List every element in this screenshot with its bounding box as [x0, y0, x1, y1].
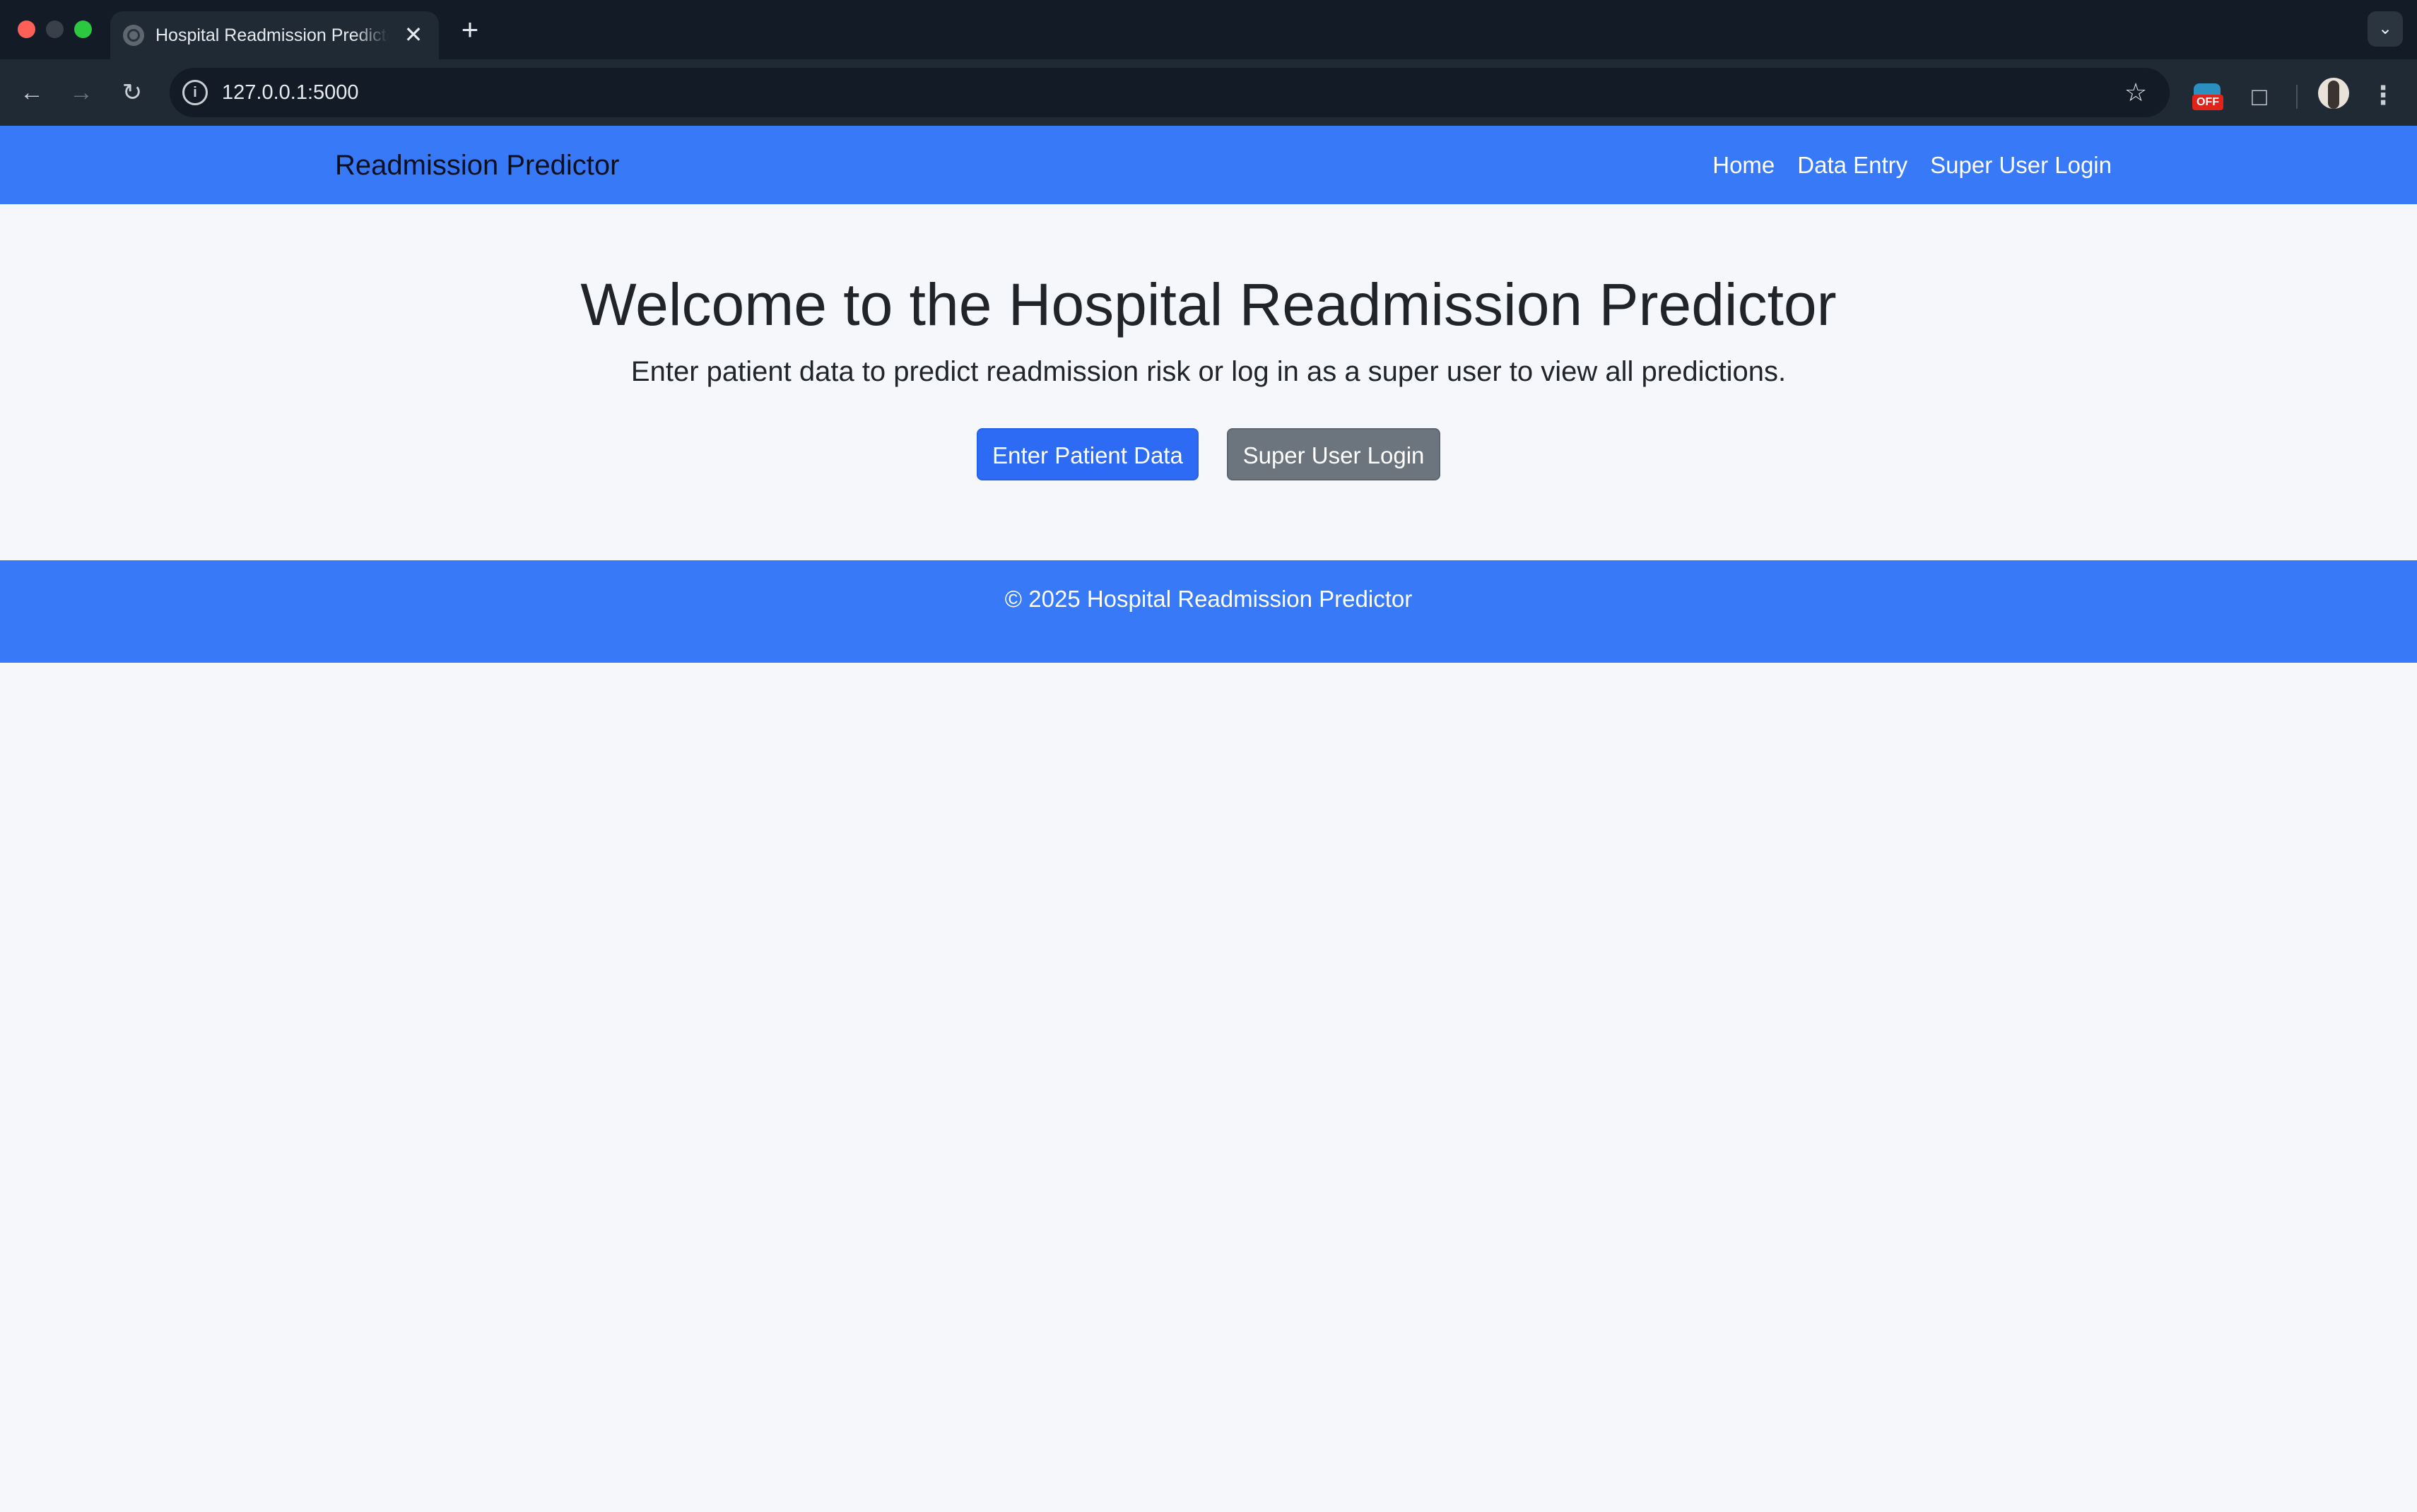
window-minimize-button[interactable]	[46, 20, 64, 38]
brand-link[interactable]: Readmission Predictor	[335, 148, 619, 182]
chevron-down-icon[interactable]: ⌄	[2368, 11, 2403, 47]
address-bar[interactable]: i 127.0.0.1:5000 ☆	[170, 68, 2170, 117]
window-close-button[interactable]	[18, 20, 35, 38]
nav-link-home[interactable]: Home	[1712, 148, 1775, 182]
new-tab-button[interactable]: +	[452, 14, 488, 45]
footer-copyright: © 2025 Hospital Readmission Predictor	[1004, 586, 1413, 612]
super-user-login-button[interactable]: Super User Login	[1227, 428, 1440, 480]
page-subtitle: Enter patient data to predict readmissio…	[630, 356, 1787, 387]
browser-tab-active[interactable]: Hospital Readmission Predictor ✕	[110, 11, 439, 59]
extension-badge: OFF	[2192, 95, 2223, 110]
reload-icon[interactable]: ↻	[114, 75, 150, 110]
close-icon[interactable]: ✕	[401, 22, 426, 47]
globe-icon	[123, 25, 144, 46]
kebab-menu-icon[interactable]: ⋮	[2369, 78, 2397, 113]
site-navbar: Readmission Predictor Home Data Entry Su…	[0, 126, 2417, 204]
star-icon[interactable]: ☆	[2120, 77, 2151, 108]
puzzle-icon[interactable]: □	[2242, 79, 2277, 114]
arrow-left-icon[interactable]: ←	[14, 75, 49, 110]
profile-avatar[interactable]	[2318, 78, 2349, 109]
nav-link-data-entry[interactable]: Data Entry	[1797, 148, 1907, 182]
url-text[interactable]: 127.0.0.1:5000	[222, 80, 359, 105]
arrow-right-icon[interactable]: →	[64, 75, 99, 110]
toolbar-divider	[2296, 85, 2298, 109]
extension-off-icon[interactable]: OFF	[2191, 81, 2223, 113]
tab-title: Hospital Readmission Predictor	[155, 25, 389, 45]
info-icon[interactable]: i	[182, 80, 208, 105]
nav-link-super-user-login[interactable]: Super User Login	[1930, 148, 2112, 182]
nav-links: Home Data Entry Super User Login	[1690, 148, 2112, 182]
browser-tab-bar: Hospital Readmission Predictor ✕ + ⌄	[0, 0, 2417, 59]
enter-patient-data-button[interactable]: Enter Patient Data	[977, 428, 1199, 480]
site-footer: © 2025 Hospital Readmission Predictor	[0, 560, 2417, 663]
page-title: Welcome to the Hospital Readmission Pred…	[580, 271, 1837, 338]
hero-section: Welcome to the Hospital Readmission Pred…	[0, 204, 2417, 560]
browser-toolbar: ← → ↻ i 127.0.0.1:5000 ☆ OFF □ ⋮	[0, 59, 2417, 126]
window-maximize-button[interactable]	[74, 20, 92, 38]
